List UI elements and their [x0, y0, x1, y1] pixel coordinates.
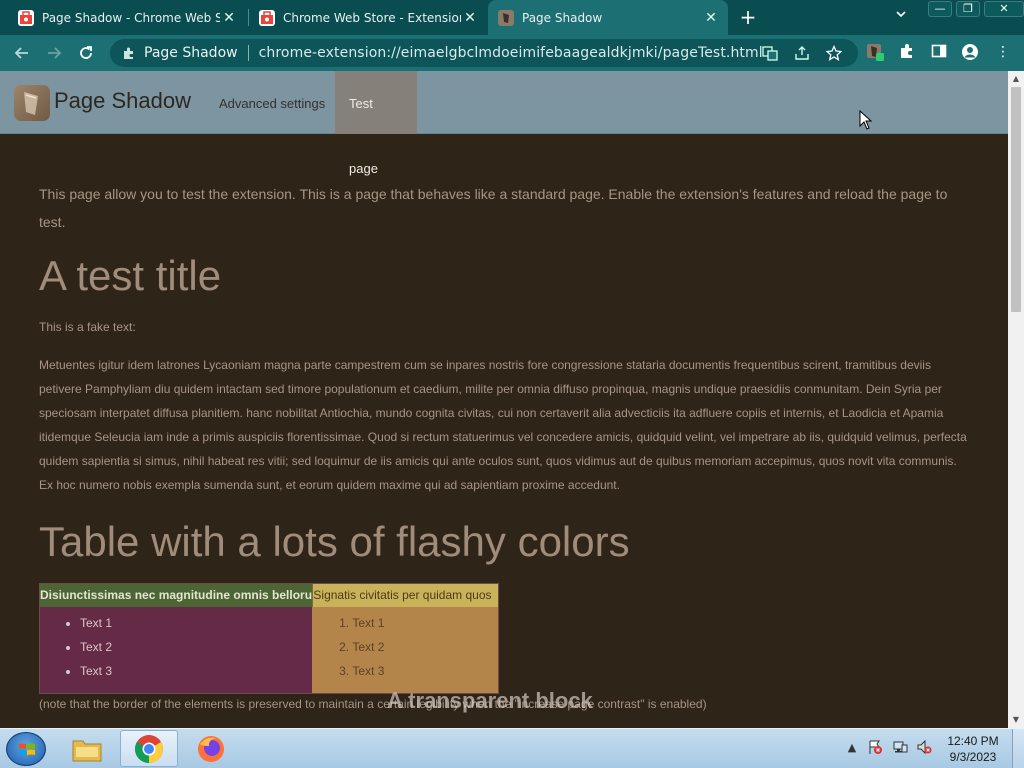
- side-panel-icon[interactable]: [930, 43, 948, 61]
- close-window-button[interactable]: ✕: [984, 1, 1024, 17]
- vertical-scrollbar[interactable]: ▲ ▼: [1008, 71, 1024, 728]
- clock-time: 12:40 PM: [947, 734, 999, 748]
- table-cell-ordered-list: Text 1 Text 2 Text 3: [312, 607, 498, 693]
- list-item: Text 2: [352, 635, 498, 659]
- intro-paragraph: This page allow you to test the extensio…: [39, 186, 948, 230]
- system-clock[interactable]: 12:40 PM 9/3/2023: [938, 733, 1008, 765]
- action-center-flag-icon[interactable]: [866, 739, 884, 757]
- close-tab-icon[interactable]: ✕: [702, 9, 720, 27]
- show-desktop-button[interactable]: [1012, 729, 1024, 768]
- page-shadow-logo[interactable]: [14, 85, 50, 121]
- clock-date: 9/3/2023: [949, 750, 997, 764]
- tab-title: Page Shadow: [522, 10, 603, 25]
- transparent-block: A transparent block: [387, 688, 593, 713]
- table-header-row: Disiunctissimas nec magnitudine omnis be…: [40, 584, 498, 607]
- restore-button[interactable]: ❐: [956, 1, 980, 17]
- flashy-colors-table: Disiunctissimas nec magnitudine omnis be…: [39, 583, 499, 694]
- tab-title: Page Shadow - Chrome Web Store: [42, 10, 220, 25]
- web-store-icon: [259, 9, 275, 26]
- chrome-taskbar-icon[interactable]: [120, 730, 178, 767]
- profile-avatar-icon[interactable]: [961, 43, 979, 61]
- page-shadow-extension-icon[interactable]: [866, 43, 884, 61]
- show-hidden-icons-chevron-icon[interactable]: ▲: [843, 739, 861, 757]
- share-icon[interactable]: [794, 45, 810, 61]
- firefox-taskbar-icon[interactable]: [182, 730, 240, 767]
- border-note: (note that the border of the elements is…: [39, 697, 707, 711]
- new-tab-button[interactable]: +: [737, 6, 759, 28]
- list-item: Text 2: [80, 635, 312, 659]
- window-controls: — ❐ ✕: [928, 1, 1024, 17]
- lorem-paragraph: Metuentes igitur idem latrones Lycaoniam…: [39, 358, 967, 492]
- web-store-icon: [18, 9, 34, 26]
- close-tab-icon[interactable]: ✕: [220, 9, 238, 27]
- table-header-cell: Disiunctissimas nec magnitudine omnis be…: [40, 584, 313, 607]
- tab-strip: Page Shadow - Chrome Web Store ✕ Chrome …: [0, 0, 1024, 35]
- translate-icon[interactable]: [762, 45, 778, 61]
- list-item: Text 3: [352, 659, 498, 683]
- mouse-cursor-icon: [859, 109, 873, 134]
- tab-search-chevron-icon[interactable]: [895, 8, 907, 23]
- reload-icon[interactable]: [74, 41, 98, 65]
- divider: [247, 45, 249, 61]
- list-item: Text 3: [80, 659, 312, 683]
- network-icon[interactable]: [891, 739, 909, 757]
- menu-kebab-icon[interactable]: ⋮: [994, 43, 1012, 61]
- page-navbar: Page Shadow Advanced settings Test page: [0, 71, 1008, 176]
- file-explorer-icon[interactable]: [58, 730, 116, 767]
- back-arrow-icon[interactable]: [10, 41, 34, 65]
- brand-title[interactable]: Page Shadow: [54, 88, 191, 114]
- scrollbar-thumb[interactable]: [1011, 87, 1021, 312]
- web-page: Page Shadow Advanced settings Test page …: [0, 71, 1008, 728]
- extensions-puzzle-icon[interactable]: [898, 43, 916, 61]
- bookmark-star-icon[interactable]: [825, 44, 843, 61]
- forward-arrow-icon[interactable]: [42, 41, 66, 65]
- extension-icon: [122, 46, 136, 60]
- volume-muted-icon[interactable]: [915, 739, 933, 757]
- table-cell-unordered-list: Text 1 Text 2 Text 3: [40, 607, 313, 693]
- tab-title: Chrome Web Store - Extensions: [283, 10, 461, 25]
- nav-advanced-settings[interactable]: Advanced settings: [205, 71, 339, 134]
- scroll-down-arrow-icon[interactable]: ▼: [1008, 712, 1024, 728]
- list-item: Text 1: [80, 611, 312, 635]
- table-header-cell: Signatis civitatis per quidam quos: [312, 584, 498, 607]
- minimize-button[interactable]: —: [928, 1, 952, 17]
- scroll-up-arrow-icon[interactable]: ▲: [1008, 71, 1024, 87]
- close-tab-icon[interactable]: ✕: [461, 9, 479, 27]
- tab-page-shadow[interactable]: Page Shadow ✕: [488, 0, 728, 35]
- table-heading: Table with a lots of flashy colors: [39, 518, 630, 565]
- start-button[interactable]: [6, 732, 46, 766]
- url-text: chrome-extension://eimaelgbclmdoeimifeba…: [258, 45, 763, 61]
- windows-taskbar: ▲ 12:40 PM 9/3/2023: [0, 728, 1024, 768]
- tab-web-store-page-shadow[interactable]: Page Shadow - Chrome Web Store ✕: [8, 0, 246, 35]
- tab-web-store-extensions[interactable]: Chrome Web Store - Extensions ✕: [249, 0, 487, 35]
- table-row: Text 1 Text 2 Text 3 Text 1 Text 2 Text …: [40, 607, 498, 693]
- address-bar[interactable]: Page Shadow chrome-extension://eimaelgbc…: [110, 39, 858, 67]
- nav-test-page[interactable]: Test page: [335, 71, 417, 176]
- page-shadow-icon: [498, 9, 514, 26]
- fake-text-label: This is a fake text:: [39, 320, 136, 334]
- site-name: Page Shadow: [144, 45, 238, 61]
- test-title-heading: A test title: [39, 252, 222, 299]
- list-item: Text 1: [352, 611, 498, 635]
